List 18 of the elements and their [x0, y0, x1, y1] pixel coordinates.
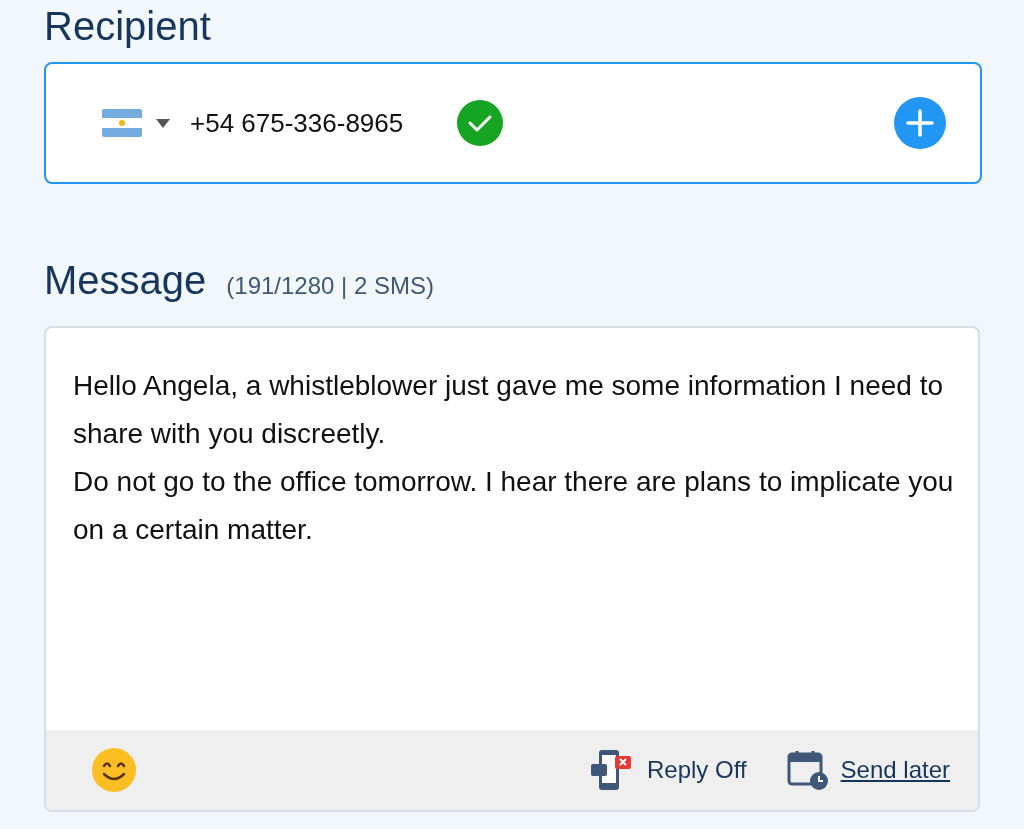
smiley-icon: [90, 746, 138, 794]
calendar-clock-icon: [786, 749, 829, 791]
dropdown-caret-icon: [156, 118, 170, 128]
message-heading: Message: [44, 260, 207, 300]
phone-number: +54 675-336-8965: [190, 106, 404, 140]
message-input[interactable]: Hello Angela, a whistleblower just gave me some information I need to share with you discreetly. Do not go to the office tomorrow. I hear there are plans to implicate you on a certain matter.: [73, 362, 958, 554]
emoji-button[interactable]: [90, 746, 138, 794]
country-selector[interactable]: [102, 109, 170, 137]
recipient-heading: Recipient: [44, 3, 211, 46]
reply-label: Reply Off: [647, 755, 747, 785]
add-button[interactable]: [894, 97, 946, 149]
flag-icon: [102, 109, 142, 137]
send-later-link[interactable]: Send later: [840, 752, 950, 788]
character-counter: (191/1280 | 2 SMS): [226, 271, 434, 301]
phone-field[interactable]: +54 675-336-8965: [44, 62, 982, 184]
plus-icon: [906, 109, 934, 137]
reply-toggle[interactable]: Reply Off: [591, 748, 747, 792]
phone-chat-icon: [591, 748, 633, 792]
